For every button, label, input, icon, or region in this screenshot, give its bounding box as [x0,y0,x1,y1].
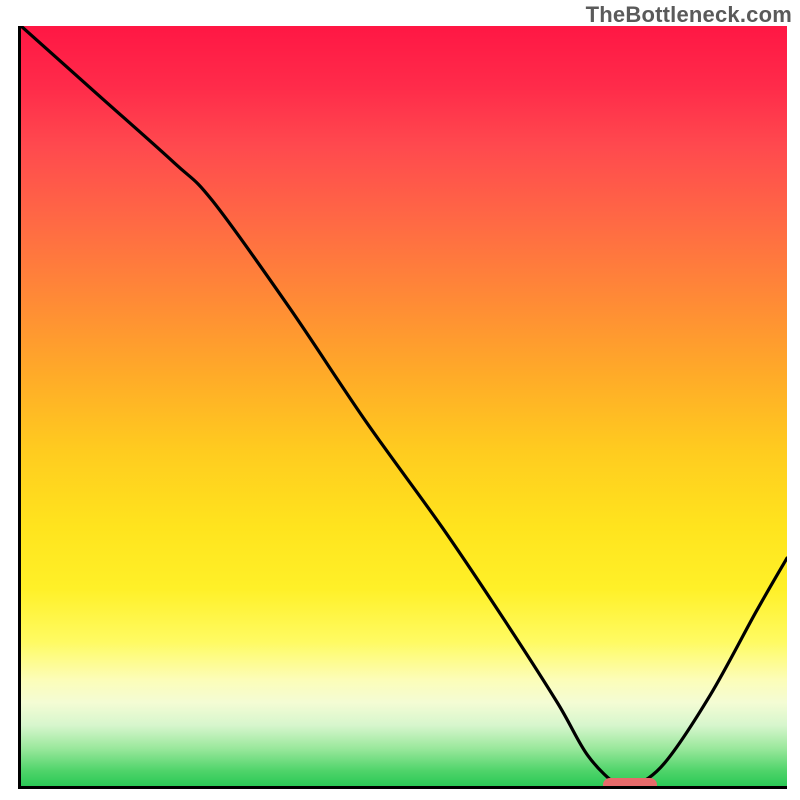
plot-area [18,26,787,789]
watermark-text: TheBottleneck.com [586,2,792,28]
bottleneck-curve [21,26,787,786]
optimum-marker [603,778,657,789]
chart-frame: TheBottleneck.com [0,0,800,800]
